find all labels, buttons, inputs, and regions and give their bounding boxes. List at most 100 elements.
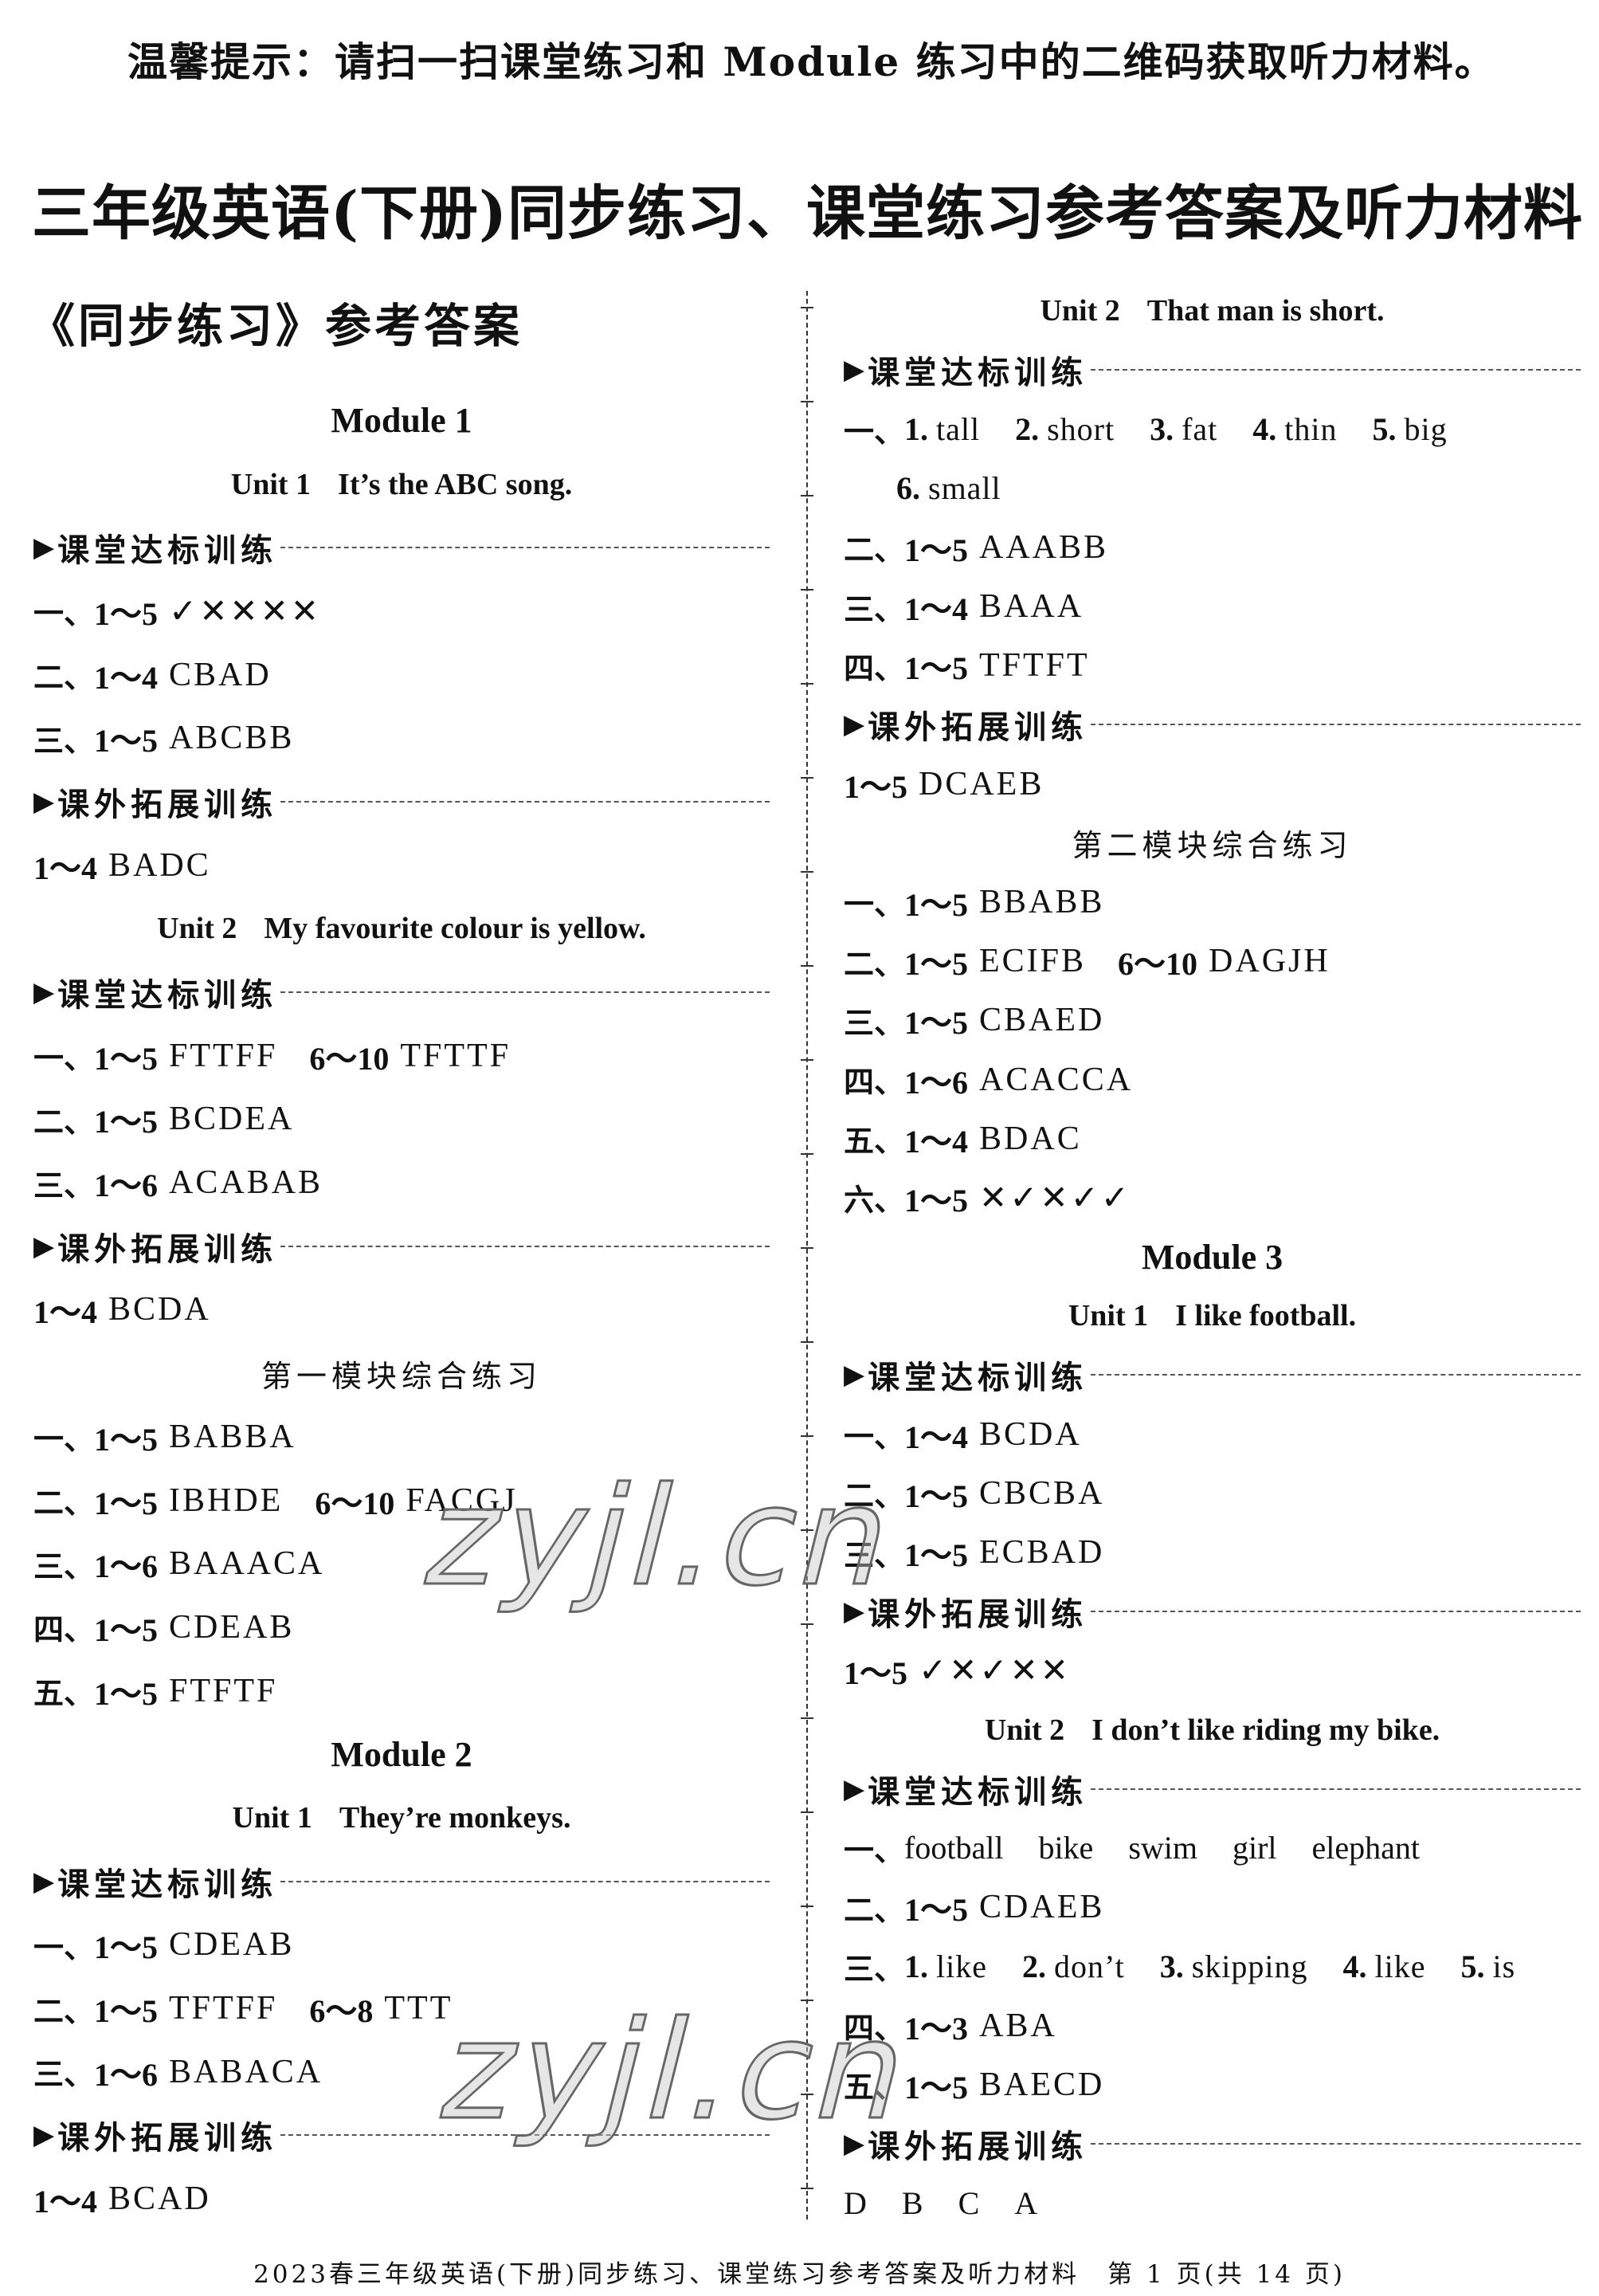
question-range: 1～5 — [904, 946, 969, 983]
triangle-icon: ▶ — [33, 1865, 55, 1898]
answer-item: 6. small — [896, 469, 1001, 507]
item-number: 5. — [1372, 410, 1397, 447]
divider-tick — [801, 401, 813, 402]
page-title: 三年级英语(下册)同步练习、课堂练习参考答案及听力材料 — [32, 179, 1584, 248]
question-range: 1～4 — [94, 659, 159, 696]
dotted-leader — [1091, 1374, 1581, 1376]
item-word: fat — [1182, 410, 1218, 447]
dotted-leader — [280, 991, 770, 994]
answer-text: BCDA — [108, 1291, 211, 1329]
answer-row: 二、 1～4 CBAD — [33, 643, 770, 707]
divider-tick — [801, 871, 813, 873]
column-divider — [806, 291, 808, 2219]
answer-row: 六、 1～5 ✕✓✕✓✓ — [844, 1168, 1581, 1227]
right-column: Unit 2 That man is short. ▶ 课堂达标训练 一、 1. tall 2… — [844, 281, 1581, 2232]
answer-row: 一、 1～4 BCDA — [844, 1405, 1581, 1464]
unit-heading: Unit 2 My favourite colour is yellow. — [33, 897, 770, 961]
item-number: 1. — [904, 410, 929, 447]
triangle-icon: ▶ — [844, 1772, 865, 1805]
divider-tick — [801, 307, 813, 308]
answer-text: ABCBB — [169, 720, 295, 757]
answer-row: 二、 1～5 CDAEB — [844, 1878, 1581, 1937]
item-number: 3. — [1159, 1948, 1184, 1984]
unit-heading: Unit 1 I like football. — [844, 1286, 1581, 1345]
item-number: 4. — [1342, 1948, 1367, 1984]
question-number: 一、 — [844, 1832, 905, 1869]
answer-text: BABACA — [169, 2053, 323, 2090]
question-number: 一、 — [844, 1419, 905, 1455]
section-label: 课外拓展训练 — [868, 2127, 1088, 2165]
question-range: 1～5 — [844, 768, 907, 805]
answer-row: 1～5 DCAEB — [844, 755, 1581, 814]
question-range: 1～4 — [904, 591, 969, 628]
answer-text: CDAEB — [979, 1889, 1105, 1926]
question-range: 1～5 — [904, 532, 969, 568]
answer-item: 2. don’t — [1022, 1948, 1125, 1985]
section-label: 课堂达标训练 — [57, 1865, 278, 1903]
answer-item: 5. is — [1461, 1948, 1516, 1985]
divider-tick — [801, 1341, 813, 1343]
answer-text: BAAACA — [169, 1545, 325, 1583]
answer-text: CBAED — [979, 1002, 1105, 1039]
question-number: 二、 — [844, 532, 905, 568]
answer-text: ✕✓✕✓✓ — [979, 1179, 1131, 1217]
question-number: 三、 — [33, 1548, 95, 1584]
divider-tick — [801, 2188, 813, 2189]
unit-title: I don’t like riding my bike. — [1091, 1713, 1440, 1747]
notice: 温馨提示：请扫一扫课堂练习和 Module 练习中的二维码获取听力材料。 — [127, 38, 1496, 85]
module-heading: Module 1 — [331, 401, 472, 441]
answer-row: 三、 1. like 2. don’t 3. skipping 4. like 5. is — [844, 1937, 1581, 1996]
triangle-icon: ▶ — [33, 2119, 55, 2152]
answer-row: 五、 1～5 FTFTF — [33, 1659, 770, 1723]
item-word: is — [1492, 1948, 1516, 1984]
dotted-leader — [1091, 369, 1581, 371]
question-range: 1～5 — [904, 650, 969, 687]
answer-row: DBCA — [844, 2173, 1581, 2232]
answer-item: 5. big — [1373, 410, 1448, 448]
section-label: 课外拓展训练 — [868, 708, 1088, 747]
answer-row: 1～4 BADC — [33, 834, 770, 897]
divider-tick — [801, 1811, 813, 1813]
answer-text: FTTFF — [169, 1037, 278, 1074]
answer-row: 三、 1～4 BAAA — [844, 577, 1581, 636]
question-range: 1～5 — [904, 1182, 969, 1219]
answer-word: A — [1014, 2184, 1038, 2221]
exercise-section: ▶ 课外拓展训练 — [844, 1582, 1581, 1641]
unit-number: Unit 1 — [230, 467, 312, 501]
question-range: 1～5 — [904, 2069, 969, 2106]
divider-tick — [801, 683, 813, 685]
question-range: 1～4 — [904, 1123, 969, 1160]
question-range: 1～5 — [904, 1005, 969, 1042]
divider-tick — [801, 1247, 813, 1249]
question-range: 1～5 — [94, 1040, 159, 1077]
answer-text: FTFTF — [169, 1672, 278, 1709]
item-number: 1. — [904, 1948, 929, 1984]
question-range: 6～8 — [309, 1993, 374, 2030]
answer-row: 1～5 ✓✕✓✕✕ — [844, 1641, 1581, 1700]
answer-text: CDEAB — [169, 1926, 295, 1964]
answer-item: 2. short — [1015, 410, 1115, 448]
question-number: 五、 — [844, 1123, 905, 1160]
answer-word: football — [904, 1830, 1004, 1866]
practice-heading: 第一模块综合练习 — [261, 1358, 542, 1394]
question-number: 一、 — [844, 886, 905, 923]
answer-text: TFTFF — [169, 1990, 278, 2027]
section-title: 《同步练习》参考答案 — [29, 299, 523, 353]
answer-row: 二、 1～5 AAABB — [844, 518, 1581, 577]
question-range: 1～6 — [904, 1064, 969, 1101]
answer-text: DAGJH — [1209, 943, 1331, 980]
exercise-section: ▶ 课堂达标训练 — [33, 516, 770, 579]
question-range: 6～10 — [309, 1040, 390, 1077]
question-range: 1～5 — [94, 1611, 159, 1648]
question-number: 一、 — [33, 1040, 95, 1077]
item-word: tall — [936, 410, 981, 447]
exercise-section: ▶ 课堂达标训练 — [33, 1850, 770, 1913]
unit-title: They’re monkeys. — [339, 1800, 571, 1835]
exercise-section: ▶ 课堂达标训练 — [33, 960, 770, 1024]
triangle-icon: ▶ — [844, 708, 865, 741]
answer-text: BBABB — [979, 883, 1105, 920]
divider-tick — [801, 1623, 813, 1625]
item-word: like — [936, 1948, 987, 1984]
answer-word: D — [844, 2184, 867, 2221]
question-number: 三、 — [33, 722, 95, 759]
